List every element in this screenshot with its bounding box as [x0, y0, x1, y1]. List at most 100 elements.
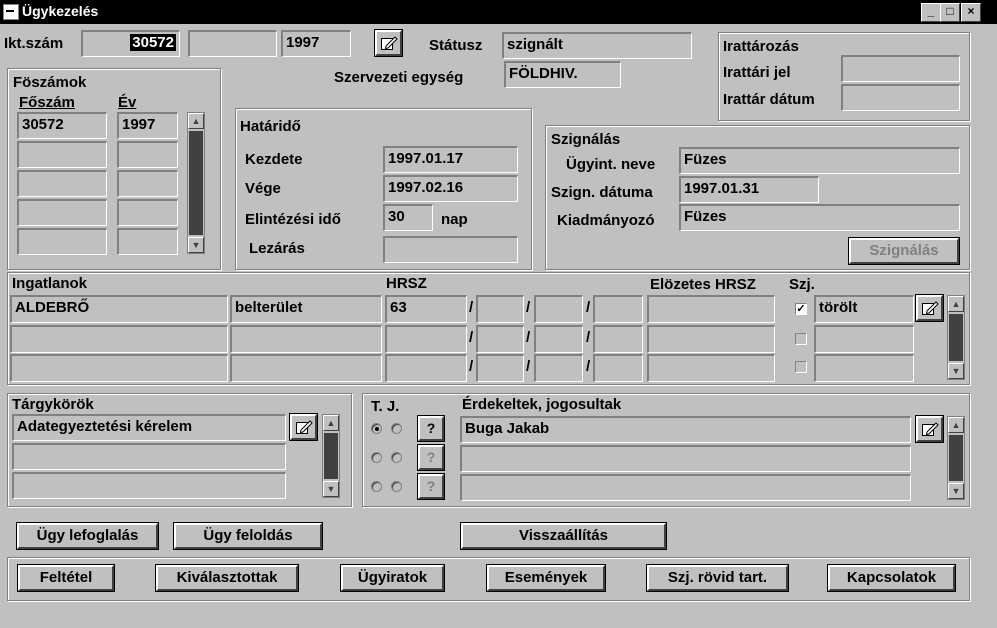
- hrsz-part3-cell[interactable]: [534, 354, 583, 382]
- end-date-field[interactable]: 1997.02.16: [383, 175, 518, 202]
- arrow-down-icon[interactable]: ▼: [948, 363, 964, 379]
- j-radio[interactable]: [391, 423, 402, 434]
- j-radio[interactable]: [391, 452, 402, 463]
- scroll-thumb[interactable]: [324, 433, 338, 479]
- year-cell[interactable]: [117, 228, 178, 255]
- hrsz-part2-cell[interactable]: [476, 354, 524, 382]
- main-numbers-scrollbar[interactable]: ▲ ▼: [187, 112, 205, 254]
- party-cell[interactable]: [460, 445, 911, 472]
- restore-button[interactable]: Visszaállítás: [461, 523, 666, 549]
- prev-hrsz-cell[interactable]: [647, 325, 775, 353]
- property-status-cell[interactable]: törölt: [814, 295, 914, 323]
- property-status-cell[interactable]: [814, 354, 914, 382]
- scroll-thumb[interactable]: [949, 435, 963, 481]
- connections-button[interactable]: Kapcsolatok: [828, 565, 955, 591]
- szj-checkbox[interactable]: ✓: [795, 303, 807, 315]
- hrsz-part3-cell[interactable]: [534, 325, 583, 353]
- archive-date-field[interactable]: [841, 84, 960, 111]
- minimize-button[interactable]: _: [921, 3, 941, 22]
- arrow-up-icon[interactable]: ▲: [188, 113, 204, 129]
- title-bar[interactable]: Ügykezelés _ □ ×: [0, 0, 997, 24]
- subject-cell[interactable]: [12, 443, 286, 470]
- assign-date-field[interactable]: 1997.01.31: [679, 176, 819, 203]
- hrsz-part4-cell[interactable]: [593, 295, 643, 323]
- t-radio[interactable]: [371, 481, 382, 492]
- year-cell[interactable]: [117, 199, 178, 226]
- hrsz-part2-cell[interactable]: [476, 325, 524, 353]
- org-unit-field[interactable]: FÖLDHIV.: [504, 61, 621, 88]
- arrow-up-icon[interactable]: ▲: [948, 417, 964, 433]
- property-type-cell[interactable]: belterület: [230, 295, 382, 323]
- subject-cell[interactable]: [12, 472, 286, 499]
- edit-ikt-button[interactable]: [375, 30, 402, 56]
- scroll-thumb[interactable]: [189, 131, 203, 235]
- year-cell[interactable]: [117, 170, 178, 197]
- short-content-button[interactable]: Szj. rövid tart.: [647, 565, 788, 591]
- start-date-field[interactable]: 1997.01.17: [383, 146, 518, 173]
- arrow-down-icon[interactable]: ▼: [188, 237, 204, 253]
- status-field[interactable]: szignált: [502, 32, 692, 59]
- hrsz-part1-cell[interactable]: 63: [385, 295, 467, 323]
- issuer-field[interactable]: Füzes: [679, 204, 960, 231]
- year-cell[interactable]: 1997: [117, 112, 178, 139]
- ikt-number-field[interactable]: 30572: [81, 30, 180, 57]
- arrow-up-icon[interactable]: ▲: [948, 296, 964, 312]
- archive-mark-field[interactable]: [841, 55, 960, 82]
- party-cell[interactable]: Buga Jakab: [460, 416, 911, 443]
- prev-hrsz-cell[interactable]: [647, 295, 775, 323]
- selected-button[interactable]: Kiválasztottak: [156, 565, 298, 591]
- year-cell[interactable]: [117, 141, 178, 168]
- subject-cell[interactable]: Adategyeztetési kérelem: [12, 414, 286, 441]
- main-number-cell[interactable]: [17, 141, 107, 168]
- property-place-cell[interactable]: ALDEBRŐ: [10, 295, 228, 323]
- events-button[interactable]: Események: [487, 565, 605, 591]
- query-button[interactable]: ?: [418, 474, 444, 499]
- reserve-case-button[interactable]: Ügy lefoglalás: [17, 523, 158, 549]
- scroll-thumb[interactable]: [949, 314, 963, 361]
- property-status-cell[interactable]: [814, 325, 914, 353]
- j-radio[interactable]: [391, 481, 402, 492]
- property-place-cell[interactable]: [10, 325, 228, 353]
- condition-button[interactable]: Feltétel: [18, 565, 114, 591]
- arrow-down-icon[interactable]: ▼: [948, 483, 964, 499]
- query-button[interactable]: ?: [418, 416, 444, 441]
- t-radio[interactable]: [371, 423, 382, 434]
- hrsz-part2-cell[interactable]: [476, 295, 524, 323]
- property-type-cell[interactable]: [230, 354, 382, 382]
- release-case-button[interactable]: Ügy feloldás: [174, 523, 322, 549]
- arrow-down-icon[interactable]: ▼: [323, 481, 339, 497]
- close-date-field[interactable]: [383, 236, 518, 263]
- hrsz-part4-cell[interactable]: [593, 354, 643, 382]
- maximize-button[interactable]: □: [940, 3, 960, 22]
- hrsz-part3-cell[interactable]: [534, 295, 583, 323]
- clerk-field[interactable]: Füzes: [679, 147, 960, 174]
- assign-button[interactable]: Szignálás: [849, 238, 959, 264]
- main-number-cell[interactable]: 30572: [17, 112, 107, 139]
- szj-checkbox[interactable]: [795, 361, 807, 373]
- arrow-up-icon[interactable]: ▲: [323, 415, 339, 431]
- property-place-cell[interactable]: [10, 354, 228, 382]
- query-button[interactable]: ?: [418, 445, 444, 470]
- parties-scrollbar[interactable]: ▲ ▼: [947, 416, 965, 500]
- subjects-scrollbar[interactable]: ▲ ▼: [322, 414, 340, 498]
- edit-party-button[interactable]: [916, 416, 943, 442]
- documents-button[interactable]: Ügyiratok: [341, 565, 444, 591]
- main-number-cell[interactable]: [17, 228, 107, 255]
- hrsz-part1-cell[interactable]: [385, 325, 467, 353]
- main-number-cell[interactable]: [17, 170, 107, 197]
- t-radio[interactable]: [371, 452, 382, 463]
- prev-hrsz-cell[interactable]: [647, 354, 775, 382]
- duration-field[interactable]: 30: [383, 204, 433, 231]
- close-button[interactable]: ×: [961, 3, 981, 22]
- main-number-cell[interactable]: [17, 199, 107, 226]
- hrsz-part1-cell[interactable]: [385, 354, 467, 382]
- edit-property-button[interactable]: [916, 295, 943, 321]
- szj-checkbox[interactable]: [795, 333, 807, 345]
- ikt-extra-field[interactable]: [188, 30, 277, 57]
- property-type-cell[interactable]: [230, 325, 382, 353]
- properties-scrollbar[interactable]: ▲ ▼: [947, 295, 965, 380]
- hrsz-part4-cell[interactable]: [593, 325, 643, 353]
- party-cell[interactable]: [460, 474, 911, 501]
- year-field[interactable]: 1997: [281, 30, 351, 57]
- system-menu-icon[interactable]: [3, 4, 19, 20]
